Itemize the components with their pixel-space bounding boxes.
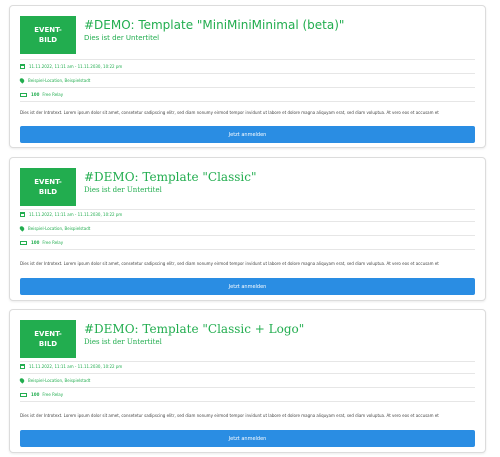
divider [20,221,475,222]
event-date-row: 11.11.2022, 11:11 am - 11.11.2030, 10:22… [20,212,475,217]
price-amount: 100 [31,392,40,397]
register-button[interactable]: Jetzt anmelden [20,430,475,447]
event-title[interactable]: #DEMO: Template "Classic + Logo" [84,322,304,336]
event-intro: Dies ist der Introtext. Lorem ipsum dolo… [20,261,439,266]
event-card: EVENT- BILD #DEMO: Template "Classic" Die… [9,157,486,301]
divider [20,87,475,88]
divider [20,101,475,102]
price-amount: 100 [31,240,40,245]
map-pin-icon [18,225,26,232]
calendar-icon [20,212,25,217]
divider [20,59,475,60]
event-title[interactable]: #DEMO: Template "MiniMiniMinimal (beta)" [84,18,344,32]
calendar-icon [20,64,25,69]
price-amount: 100 [31,92,40,97]
ticket-icon [20,240,27,245]
register-button[interactable]: Jetzt anmelden [20,278,475,295]
price-label: Free Relay [42,92,64,97]
event-location[interactable]: Beispiel-Location, Beispielstadt [28,78,90,83]
divider [20,373,475,374]
map-pin-icon [18,77,26,84]
divider [20,361,475,362]
divider [20,209,475,210]
event-intro: Dies ist der Introtext. Lorem ipsum dolo… [20,110,439,115]
ticket-icon [20,92,27,97]
event-title[interactable]: #DEMO: Template "Classic" [84,170,256,184]
event-date: 11.11.2022, 11:11 am - 11.11.2030, 10:22… [29,212,123,217]
divider [20,73,475,74]
event-price-row: 100 Free Relay [20,392,475,397]
divider [20,387,475,388]
event-location-row: Beispiel-Location, Beispielstadt [18,377,475,384]
event-image-placeholder[interactable]: EVENT- BILD [20,16,76,54]
event-subtitle: Dies ist der Untertitel [84,34,160,42]
divider [20,235,475,236]
event-card: EVENT- BILD #DEMO: Template "MiniMiniMini… [9,5,486,148]
event-date-row: 11.11.2022, 11:11 am - 11.11.2030, 10:22… [20,64,475,69]
map-pin-icon [18,377,26,384]
register-button[interactable]: Jetzt anmelden [20,126,475,143]
event-intro: Dies ist der Introtext. Lorem ipsum dolo… [20,413,439,418]
event-location-row: Beispiel-Location, Beispielstadt [18,77,475,84]
price-label: Free Relay [42,240,64,245]
event-price-row: 100 Free Relay [20,240,475,245]
event-location-row: Beispiel-Location, Beispielstadt [18,225,475,232]
event-card: EVENT- BILD #DEMO: Template "Classic + Lo… [9,309,486,453]
event-date-row: 11.11.2022, 11:11 am - 11.11.2030, 10:22… [20,364,475,369]
event-price-row: 100 Free Relay [20,92,475,97]
price-label: Free Relay [42,392,64,397]
event-date: 11.11.2022, 11:11 am - 11.11.2030, 10:22… [29,364,123,369]
calendar-icon [20,364,25,369]
event-image-placeholder[interactable]: EVENT- BILD [20,168,76,206]
divider [20,401,475,402]
ticket-icon [20,392,27,397]
event-subtitle: Dies ist der Untertitel [84,186,162,194]
divider [20,249,475,250]
event-location[interactable]: Beispiel-Location, Beispielstadt [28,378,90,383]
event-location[interactable]: Beispiel-Location, Beispielstadt [28,226,90,231]
event-date: 11.11.2022, 11:11 am - 11.11.2030, 10:22… [29,64,123,69]
event-image-placeholder[interactable]: EVENT- BILD [20,320,76,358]
event-subtitle: Dies ist der Untertitel [84,338,162,346]
